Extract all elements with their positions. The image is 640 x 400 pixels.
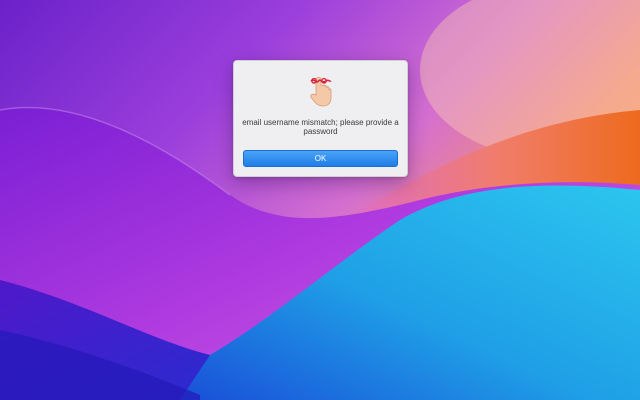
desktop: email username mismatch; please provide … bbox=[0, 0, 640, 400]
alert-dialog: email username mismatch; please provide … bbox=[233, 60, 408, 177]
alert-message: email username mismatch; please provide … bbox=[242, 118, 399, 136]
ok-button[interactable]: OK bbox=[243, 150, 398, 167]
finger-with-ribbon-reminder-icon bbox=[310, 77, 332, 107]
